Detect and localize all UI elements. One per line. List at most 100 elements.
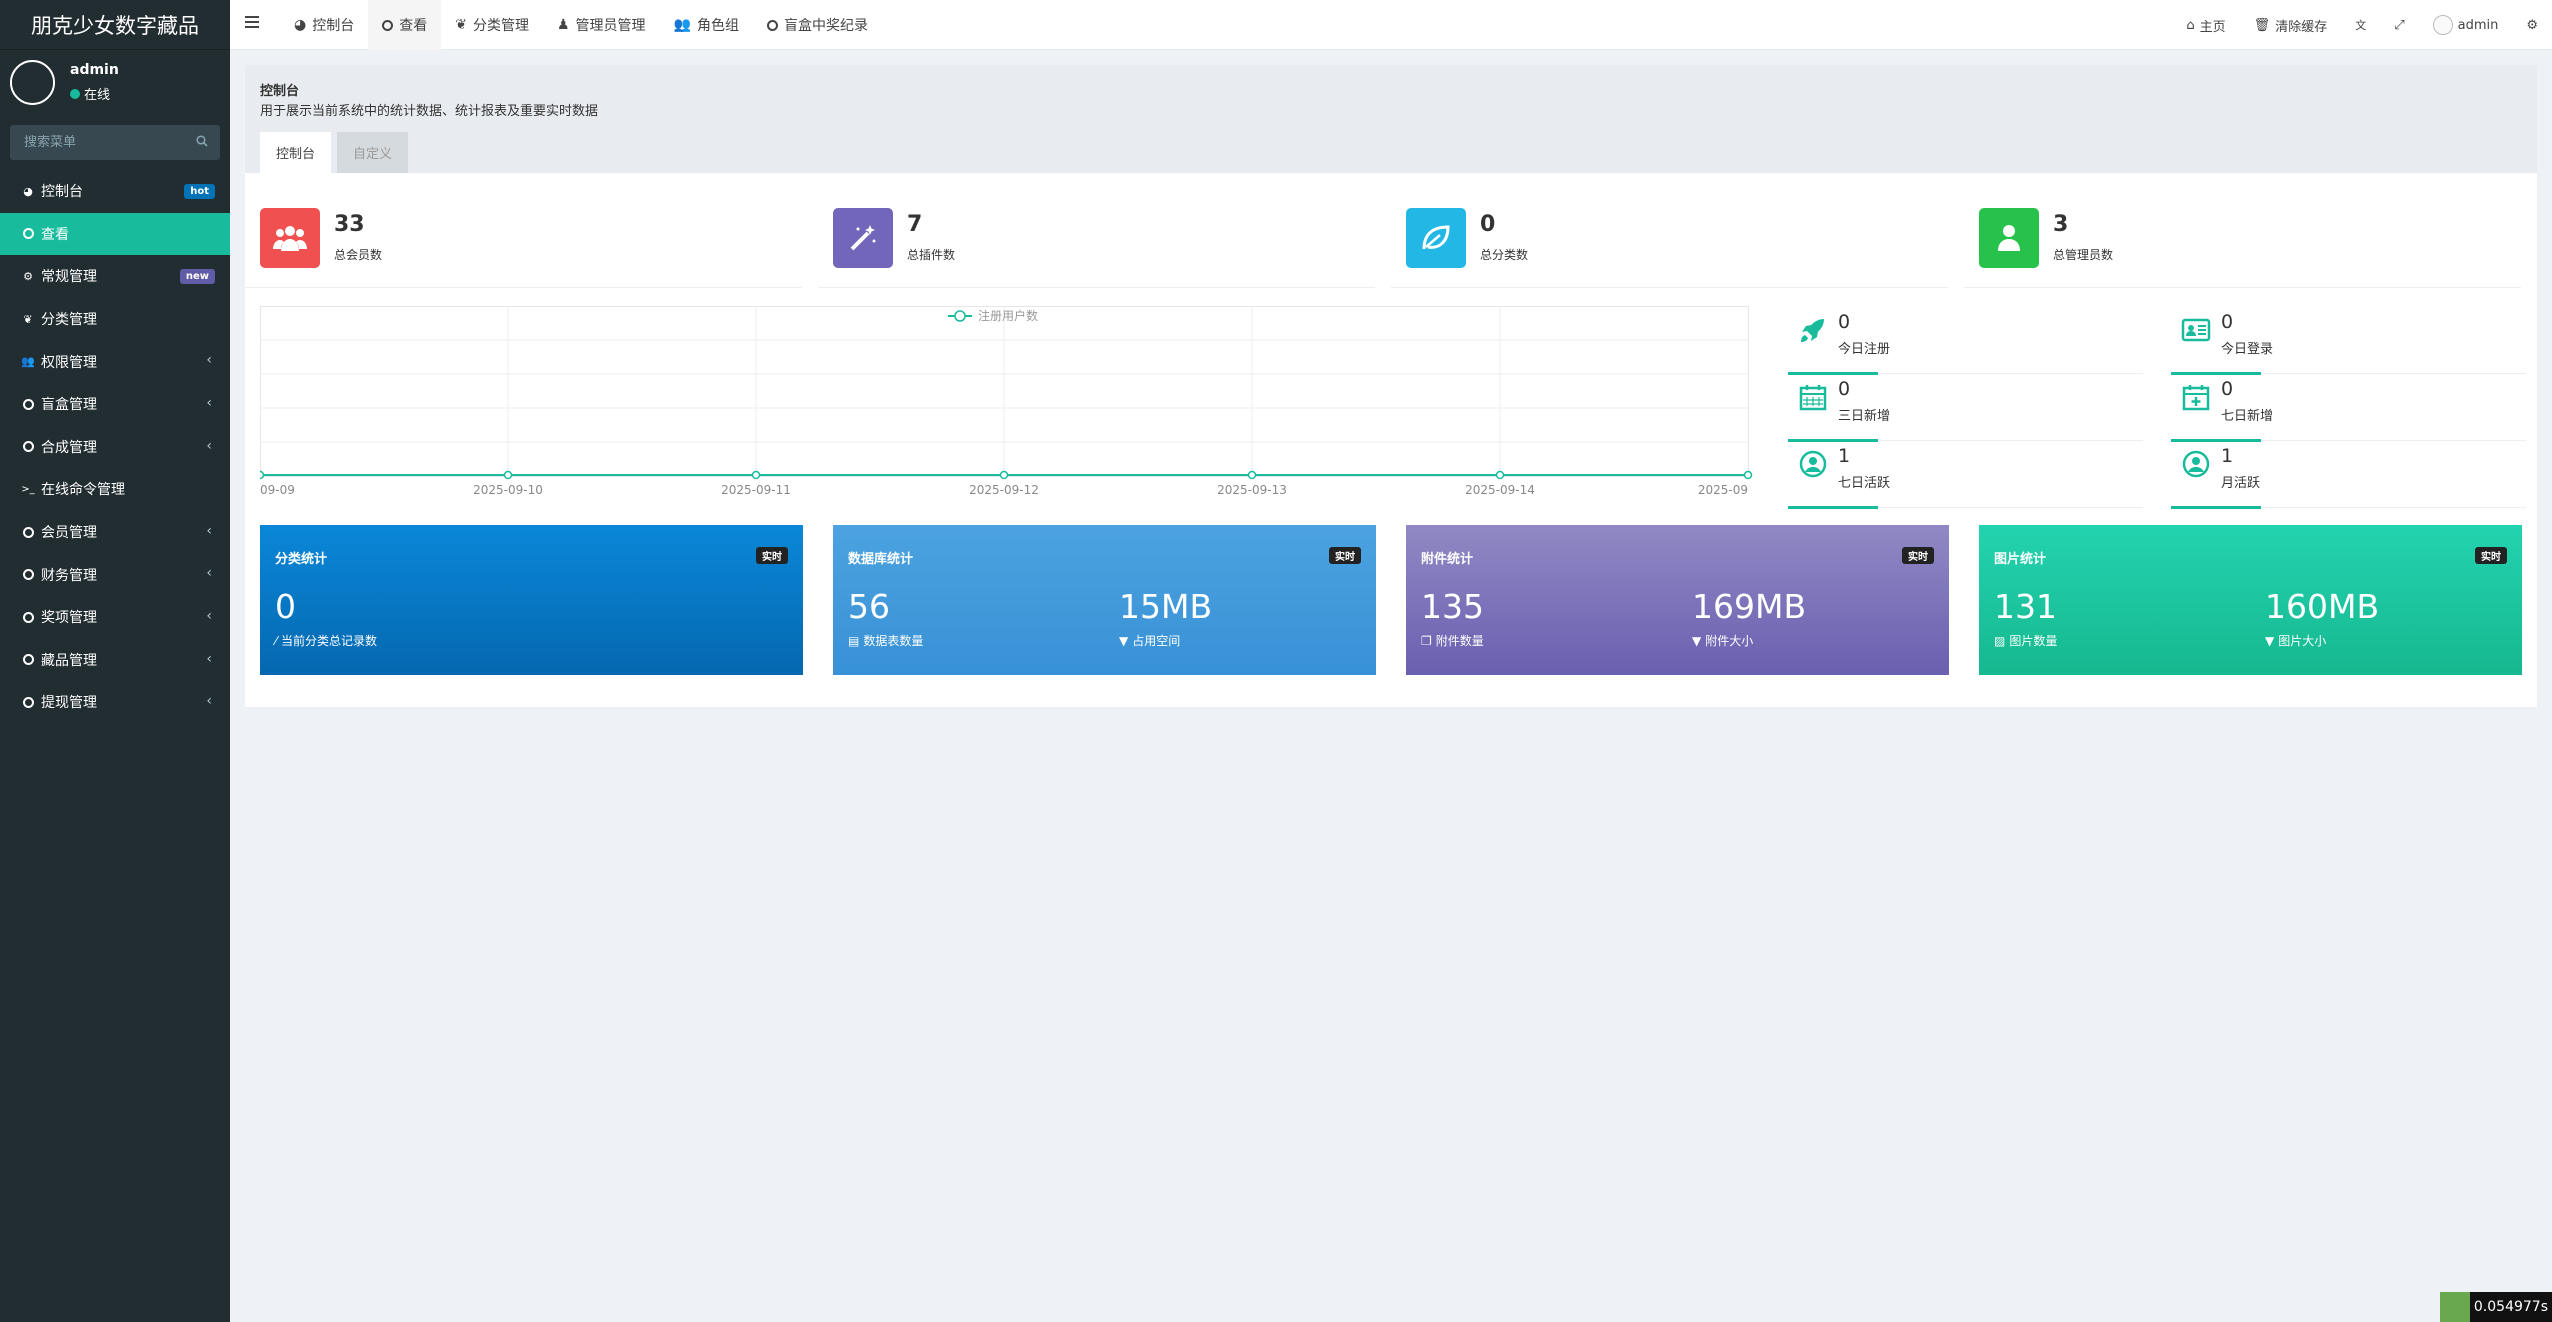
tab-admin[interactable]: ♟ 管理员管理: [543, 0, 660, 50]
stat-value: 0: [1480, 212, 1496, 237]
calendar-plus-icon: [2182, 385, 2210, 411]
sidebar-item-finance[interactable]: 财务管理 ‹: [0, 553, 230, 596]
user-status: 在线: [70, 84, 110, 103]
rocket-icon: [1801, 319, 1824, 342]
tab-label: 分类管理: [472, 18, 529, 34]
register-chart: 09-09 2025-09-10 2025-09-11 2025-09-12 2025-…: [260, 306, 1755, 506]
sidebar-item-prize[interactable]: 奖项管理 ‹: [0, 596, 230, 639]
sidebar-item-command[interactable]: >_ 在线命令管理: [0, 468, 230, 511]
sidebar-item-blindbox[interactable]: 盲盒管理 ‹: [0, 383, 230, 426]
sidebar-item-auth[interactable]: 👥 权限管理 ‹: [0, 340, 230, 383]
sidebar-item-label: 控制台: [41, 184, 83, 201]
tab-view[interactable]: 查看: [368, 0, 442, 50]
sidebar-item-label: 常规管理: [41, 269, 97, 286]
user-name: admin: [70, 62, 119, 78]
card-value: 169MB: [1692, 587, 1807, 626]
sidebar-item-synthesis[interactable]: 合成管理 ‹: [0, 426, 230, 469]
card-value: 56: [848, 587, 890, 626]
group-icon: 👥: [673, 17, 691, 33]
mini-stat-three-day: 0 三日新增: [1788, 374, 2143, 442]
gear-icon: ⚙: [2526, 17, 2538, 33]
stat-admins: 3 总管理员数: [1964, 208, 2521, 288]
search-icon[interactable]: [196, 135, 208, 147]
home-link[interactable]: ⌂ 主页: [2172, 0, 2239, 50]
sidebar-item-view[interactable]: 查看: [0, 212, 230, 256]
magic-wand-icon: ⁄: [275, 633, 278, 648]
realtime-badge: 实时: [1329, 547, 1361, 564]
fullscreen-button[interactable]: ⤢: [2380, 0, 2418, 50]
sidebar: 朋克少女数字藏品 admin 在线 ◕ 控制台 hot 查看 ⚙ 常规管理 ne…: [0, 0, 230, 1322]
card-label: ▼ 附件大小: [1692, 632, 1753, 649]
leaf-icon: ❦: [455, 17, 467, 33]
topbar-right: ⌂ 主页 🗑 清除缓存 文 ⤢ admin ⚙: [2172, 0, 2552, 50]
vcard-icon: [2181, 318, 2211, 342]
debug-badge[interactable]: 0.054977s: [2439, 1292, 2552, 1322]
menu-toggle-icon[interactable]: [245, 16, 259, 30]
card-label-text: 图片大小: [2278, 634, 2327, 648]
tab-category[interactable]: ❦ 分类管理: [441, 0, 543, 50]
stat-categories: 0 总分类数: [1391, 208, 1948, 288]
trash-icon: 🗑: [2253, 17, 2271, 33]
tab-role[interactable]: 👥 角色组: [660, 0, 753, 50]
chart-point: [260, 470, 265, 480]
search-input[interactable]: [10, 135, 180, 150]
sidebar-item-member[interactable]: 会员管理 ‹: [0, 511, 230, 554]
stat-value: 3: [2053, 212, 2069, 237]
tab-dashboard[interactable]: ◕ 控制台: [280, 0, 368, 50]
dashboard-icon: ◕: [23, 184, 33, 198]
tab-custom[interactable]: 自定义: [337, 132, 409, 173]
realtime-badge: 实时: [2475, 547, 2507, 564]
card-label-text: 当前分类总记录数: [281, 634, 378, 648]
language-button[interactable]: 文: [2341, 0, 2380, 50]
chevron-left-icon: ‹: [206, 650, 212, 667]
circle-icon: [21, 695, 35, 709]
sidebar-item-category[interactable]: ❦ 分类管理: [0, 298, 230, 341]
tab-dashboard-content[interactable]: 控制台: [260, 132, 332, 173]
tab-blindbox-record[interactable]: 盲盒中奖纪录: [753, 0, 882, 50]
stat-value: 7: [907, 212, 923, 237]
clear-cache-button[interactable]: 🗑 清除缓存: [2240, 0, 2342, 50]
sidebar-item-general[interactable]: ⚙ 常规管理 new: [0, 255, 230, 298]
card-label: ⁄ 当前分类总记录数: [275, 632, 377, 649]
stat-label: 总分类数: [1480, 248, 1529, 262]
chart-x-tick-label: 2025-09-12: [969, 483, 1039, 497]
content-header: 控制台 用于展示当前系统中的统计数据、统计报表及重要实时数据 控制台 自定义: [245, 65, 2537, 173]
circle-icon: [21, 568, 35, 582]
tab-label: 查看: [399, 18, 428, 34]
mini-stat-label: 三日新增: [1838, 409, 1891, 424]
tab-label: 管理员管理: [575, 18, 646, 34]
circle-icon: [766, 19, 778, 31]
tab-label: 角色组: [696, 18, 739, 34]
mini-stat-label: 七日活跃: [1838, 476, 1891, 491]
card-attachment-stats: 附件统计 实时 135 ❐ 附件数量 169MB ▼ 附件大小: [1406, 525, 1949, 675]
app-logo[interactable]: 朋克少女数字藏品: [0, 0, 230, 50]
sidebar-item-dashboard[interactable]: ◕ 控制台 hot: [0, 170, 230, 213]
card-value: 160MB: [2265, 587, 2380, 626]
user-circle-icon: [1799, 450, 1827, 478]
card-label: ▼ 图片大小: [2265, 632, 2326, 649]
mini-stat-label: 月活跃: [2221, 476, 2261, 491]
circle-icon: [21, 440, 35, 454]
sidebar-item-label: 提现管理: [41, 695, 97, 712]
debug-time: 0.054977s: [2469, 1292, 2552, 1322]
realtime-badge: 实时: [756, 547, 788, 564]
sidebar-item-collection[interactable]: 藏品管理 ‹: [0, 639, 230, 682]
mini-stat-value: 0: [1838, 311, 1851, 333]
mini-stat-bar: [2171, 506, 2261, 509]
circle-icon: [21, 227, 35, 241]
dashboard-panel: 33 总会员数 7 总插件数 0 总分类数 3 总管理员数 09-09 2025-…: [245, 173, 2537, 707]
sidebar-item-label: 在线命令管理: [41, 482, 125, 499]
tab-label: 控制台: [312, 18, 355, 34]
mini-stat-value: 0: [2221, 311, 2234, 333]
sidebar-menu: ◕ 控制台 hot 查看 ⚙ 常规管理 new ❦ 分类管理 👥 权限管理 ‹ …: [0, 170, 230, 724]
stat-plugins: 7 总插件数: [818, 208, 1375, 288]
search-box: [10, 125, 220, 160]
user-panel: admin 在线: [0, 50, 230, 120]
settings-button[interactable]: ⚙: [2512, 0, 2552, 50]
database-icon: ▤: [848, 633, 860, 648]
nav-tabs: ◕ 控制台 查看 ❦ 分类管理 ♟ 管理员管理 👥 角色组 盲盒中奖纪录: [280, 0, 882, 50]
user-menu[interactable]: admin: [2419, 0, 2513, 50]
mini-stat-label: 七日新增: [2221, 409, 2274, 424]
sidebar-item-withdraw[interactable]: 提现管理 ‹: [0, 681, 230, 724]
image-icon: ▨: [1994, 633, 2006, 648]
